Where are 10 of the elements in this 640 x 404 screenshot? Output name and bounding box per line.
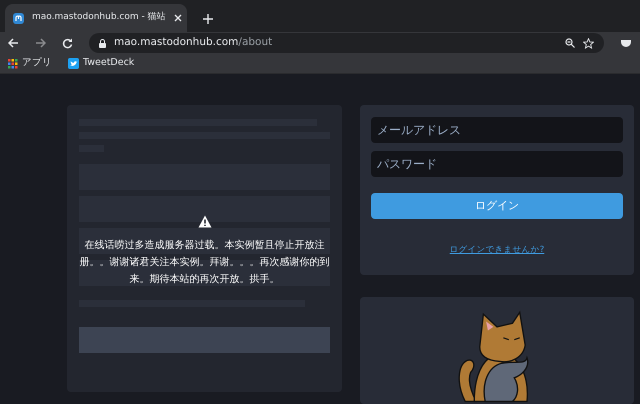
notice-message: 在线话唠过多造成服务器过载。本实例暂且停止开放注册。。谢谢诸君关注本实例。拜谢。。。再次感谢你的到来。期待本站的再次开放。拱手。	[78, 238, 330, 287]
bookmark[interactable]: アプリ	[8, 56, 52, 71]
tab-title: mao.mastodonhub.com - 猫站	[32, 11, 166, 24]
address-bar[interactable]: mao.mastodonhub.com/about	[89, 33, 604, 53]
forgot-login-link[interactable]: ログインできませんか?	[450, 245, 544, 255]
url-text: mao.mastodonhub.com/about	[114, 35, 274, 50]
input-field[interactable]: メールアドレス	[371, 117, 623, 143]
browser-tab[interactable]: mao.mastodonhub.com - 猫站	[5, 4, 187, 32]
input-field[interactable]: パスワード	[371, 151, 623, 177]
bookmark[interactable]: TweetDeck	[68, 56, 134, 71]
